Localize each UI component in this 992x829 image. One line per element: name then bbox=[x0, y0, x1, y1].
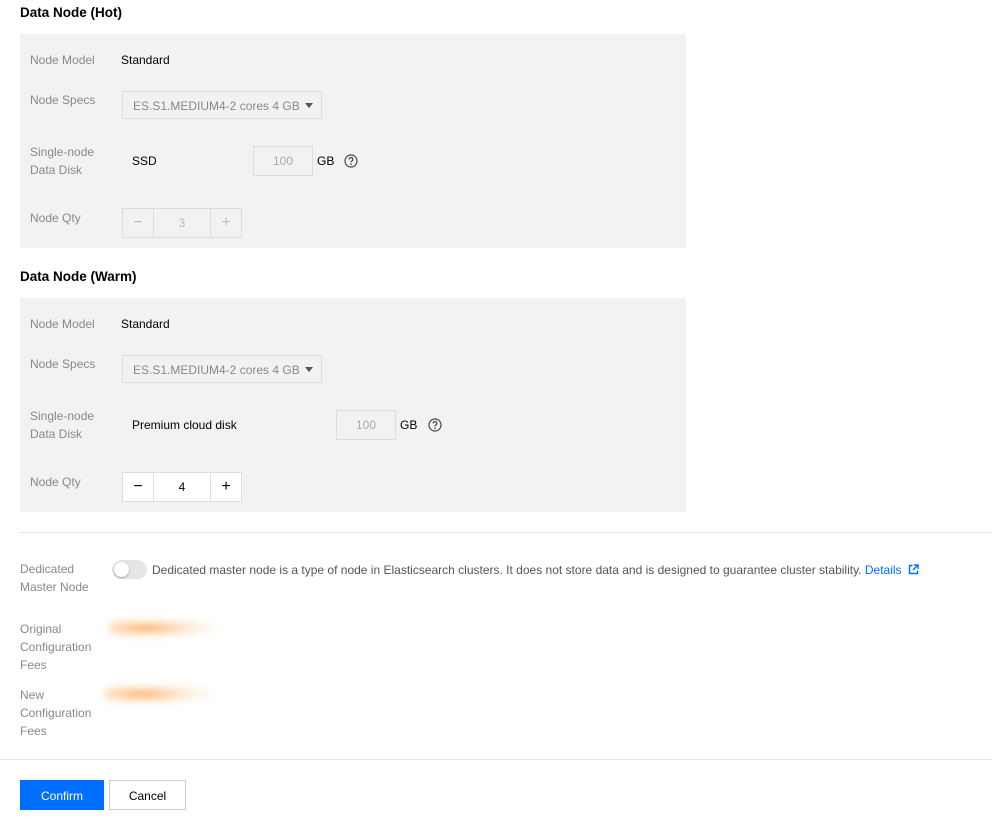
cancel-button[interactable]: Cancel bbox=[109, 780, 186, 810]
original-fees-label-line3: Fees bbox=[20, 658, 47, 672]
hot-config-panel: Node Model Standard Node Specs ES.S1.MED… bbox=[20, 34, 686, 248]
warm-disk-size-input[interactable]: 100 bbox=[336, 410, 396, 440]
warm-disk-label-line1: Single-node bbox=[30, 409, 95, 423]
hot-node-specs-label: Node Specs bbox=[30, 93, 96, 107]
hot-section-title: Data Node (Hot) bbox=[20, 5, 122, 20]
warm-node-qty-stepper: − 4 + bbox=[122, 472, 242, 502]
section-divider bbox=[20, 532, 992, 533]
warm-node-qty-label: Node Qty bbox=[30, 475, 81, 489]
help-icon[interactable] bbox=[344, 154, 358, 168]
decrement-button[interactable]: − bbox=[123, 209, 153, 237]
hot-node-model-value: Standard bbox=[121, 53, 170, 67]
new-fees-label-line3: Fees bbox=[20, 724, 47, 738]
hot-disk-size-input[interactable]: 100 bbox=[253, 146, 313, 176]
warm-disk-type: Premium cloud disk bbox=[132, 418, 237, 432]
master-node-toggle[interactable] bbox=[112, 560, 147, 579]
hot-node-qty-label: Node Qty bbox=[30, 211, 81, 225]
master-description-text: Dedicated master node is a type of node … bbox=[152, 563, 862, 577]
hot-disk-type: SSD bbox=[132, 154, 157, 168]
warm-disk-unit: GB bbox=[400, 418, 418, 432]
hot-node-qty-value[interactable]: 3 bbox=[153, 209, 211, 237]
warm-node-specs-label: Node Specs bbox=[30, 357, 96, 371]
original-fees-label-line1: Original bbox=[20, 622, 62, 636]
details-link[interactable]: Details bbox=[865, 563, 902, 577]
warm-disk-label-line2: Data Disk bbox=[30, 427, 83, 441]
confirm-button[interactable]: Confirm bbox=[20, 780, 104, 810]
new-fees-value-redacted bbox=[104, 683, 214, 705]
original-fees-value-redacted bbox=[108, 617, 218, 639]
hot-node-specs-select[interactable]: ES.S1.MEDIUM4-2 cores 4 GB bbox=[122, 91, 322, 119]
chevron-down-icon bbox=[305, 367, 313, 372]
warm-section-title: Data Node (Warm) bbox=[20, 269, 137, 284]
hot-node-model-label: Node Model bbox=[30, 53, 95, 67]
hot-disk-label-line2: Data Disk bbox=[30, 163, 83, 177]
toggle-knob bbox=[114, 562, 129, 577]
help-icon[interactable] bbox=[428, 418, 442, 432]
hot-disk-unit: GB bbox=[317, 154, 335, 168]
increment-button[interactable]: + bbox=[211, 473, 241, 501]
warm-node-specs-value: ES.S1.MEDIUM4-2 cores 4 GB bbox=[133, 363, 300, 377]
hot-disk-label-line1: Single-node bbox=[30, 145, 95, 159]
decrement-button[interactable]: − bbox=[123, 473, 153, 501]
warm-node-specs-select[interactable]: ES.S1.MEDIUM4-2 cores 4 GB bbox=[122, 355, 322, 383]
warm-node-qty-value[interactable]: 4 bbox=[153, 473, 211, 501]
original-fees-label-line2: Configuration bbox=[20, 640, 92, 654]
new-fees-label-line2: Configuration bbox=[20, 706, 92, 720]
chevron-down-icon bbox=[305, 103, 313, 108]
warm-node-model-value: Standard bbox=[121, 317, 170, 331]
master-label-line1: Dedicated bbox=[20, 562, 75, 576]
increment-button[interactable]: + bbox=[211, 209, 241, 237]
warm-node-model-label: Node Model bbox=[30, 317, 95, 331]
external-link-icon[interactable] bbox=[908, 564, 919, 575]
new-fees-label-line1: New bbox=[20, 688, 45, 702]
master-node-description: Dedicated master node is a type of node … bbox=[152, 561, 919, 579]
hot-node-specs-value: ES.S1.MEDIUM4-2 cores 4 GB bbox=[133, 99, 300, 113]
warm-config-panel: Node Model Standard Node Specs ES.S1.MED… bbox=[20, 298, 686, 512]
hot-node-qty-stepper: − 3 + bbox=[122, 208, 242, 238]
master-label-line2: Master Node bbox=[20, 580, 89, 594]
footer-divider bbox=[0, 759, 992, 760]
